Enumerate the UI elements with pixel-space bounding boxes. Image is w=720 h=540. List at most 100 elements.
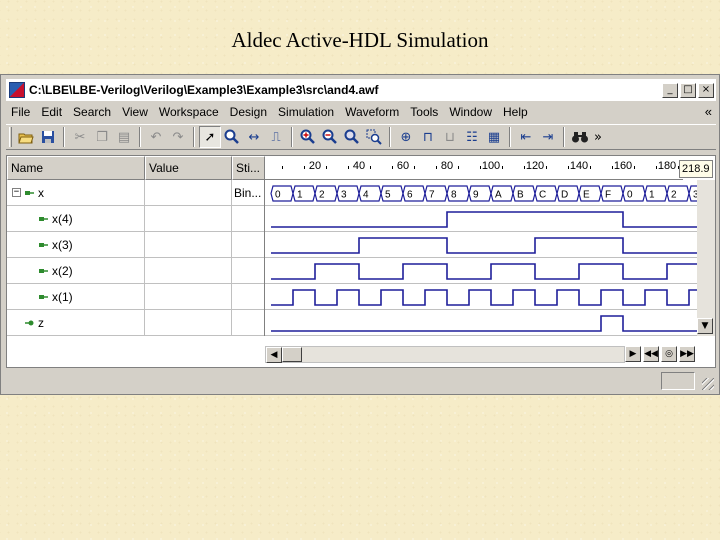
cursor-time-readout: 218.9 — [679, 160, 713, 178]
align-left-icon[interactable]: ⇤ — [515, 126, 537, 148]
toolbar-separator — [63, 127, 65, 147]
bus-value-label: 1 — [297, 190, 303, 201]
menu-tools[interactable]: Tools — [405, 105, 444, 119]
toolbar-separator — [139, 127, 141, 147]
zoom-fit-icon[interactable] — [341, 126, 363, 148]
signal-name: z — [38, 316, 44, 330]
column-header-stimulator[interactable]: Sti... — [232, 156, 265, 180]
ruler-minor-tick — [634, 166, 635, 169]
column-header-value[interactable]: Value — [145, 156, 232, 180]
vertical-scrollbar[interactable]: ▼ — [697, 180, 715, 336]
align-right-icon[interactable]: ⇥ — [537, 126, 559, 148]
maximize-icon[interactable]: □ — [680, 82, 696, 98]
signal-stimulator-cell[interactable] — [232, 310, 265, 336]
signal-properties-icon[interactable]: ⊔ — [439, 126, 461, 148]
signal-stimulator-cell[interactable] — [232, 258, 265, 284]
output-port-icon — [25, 320, 34, 326]
stimulators-icon[interactable]: ⊓ — [417, 126, 439, 148]
arrow-left-icon[interactable]: ◀ — [266, 347, 282, 363]
signal-value-cell[interactable] — [145, 180, 232, 206]
ruler-minor-tick — [458, 166, 459, 169]
zoom-in-icon[interactable] — [297, 126, 319, 148]
signal-name: x — [38, 186, 44, 200]
menu-workspace[interactable]: Workspace — [154, 105, 225, 119]
window-title: C:\LBE\LBE-Verilog\Verilog\Example3\Exam… — [29, 83, 379, 97]
compare-icon[interactable]: ▦ — [483, 126, 505, 148]
time-ruler[interactable]: 20 40 60 80 100 120 140 160 180 — [265, 156, 701, 180]
edit-waveform-icon[interactable]: ⎍ — [265, 126, 287, 148]
arrow-right-icon[interactable]: ▶ — [625, 346, 641, 362]
toolbar-separator — [389, 127, 391, 147]
select-pointer-icon[interactable]: ➚ — [199, 126, 221, 148]
signal-name-cell[interactable]: − x — [7, 180, 145, 206]
signal-value-cell[interactable] — [145, 258, 232, 284]
cut-icon[interactable]: ✂ — [69, 126, 91, 148]
scroll-thumb[interactable] — [282, 347, 302, 362]
paste-icon[interactable]: ▤ — [113, 126, 135, 148]
horizontal-scrollbar[interactable]: ◀ — [265, 346, 625, 363]
list-icon[interactable]: ☷ — [461, 126, 483, 148]
undo-icon[interactable]: ↶ — [145, 126, 167, 148]
input-port-icon — [39, 243, 48, 247]
toolbar-more[interactable]: » — [591, 126, 605, 148]
menu-window[interactable]: Window — [444, 105, 498, 119]
ruler-minor-tick — [392, 166, 393, 169]
ruler-minor-tick — [502, 166, 503, 169]
menu-search[interactable]: Search — [68, 105, 117, 119]
add-signal-icon[interactable]: ⊕ — [395, 126, 417, 148]
signal-stimulator-cell[interactable] — [232, 284, 265, 310]
collapse-toggle-icon[interactable]: − — [12, 188, 21, 197]
ruler-label: 140 — [569, 160, 589, 172]
close-icon[interactable]: × — [698, 82, 714, 98]
window-titlebar[interactable]: C:\LBE\LBE-Verilog\Verilog\Example3\Exam… — [6, 79, 716, 101]
signal-name-cell[interactable]: x(1) — [7, 284, 145, 310]
redo-icon[interactable]: ↷ — [167, 126, 189, 148]
menu-help[interactable]: Help — [498, 105, 534, 119]
signal-name-cell[interactable]: x(4) — [7, 206, 145, 232]
toolbar-grip[interactable] — [9, 127, 12, 147]
waveform-trace-x3 — [271, 237, 697, 254]
save-icon[interactable] — [37, 126, 59, 148]
menu-simulation[interactable]: Simulation — [273, 105, 340, 119]
input-port-icon — [39, 217, 48, 221]
signal-value-cell[interactable] — [145, 232, 232, 258]
menu-more[interactable]: « — [705, 104, 712, 119]
signal-name-cell[interactable]: z — [7, 310, 145, 336]
cursor-center-icon[interactable]: ◎ — [661, 346, 677, 362]
resize-grip[interactable] — [702, 378, 714, 390]
find-icon[interactable] — [221, 126, 243, 148]
go-to-start-icon[interactable]: ◀◀ — [643, 346, 659, 362]
signal-value-cell[interactable] — [145, 284, 232, 310]
zoom-area-icon[interactable] — [363, 126, 385, 148]
signal-name-cell[interactable]: x(2) — [7, 258, 145, 284]
signal-stimulator-cell[interactable]: Bin... — [232, 180, 265, 206]
input-port-icon — [39, 295, 48, 299]
binoculars-icon[interactable] — [569, 126, 591, 148]
waveform-area[interactable]: 0123456789ABCDEF0123 — [265, 180, 697, 336]
menu-design[interactable]: Design — [225, 105, 273, 119]
menu-view[interactable]: View — [117, 105, 154, 119]
toolbar-separator — [509, 127, 511, 147]
ruler-minor-tick — [326, 166, 327, 169]
measure-icon[interactable]: ↔ — [243, 126, 265, 148]
ruler-minor-tick — [348, 166, 349, 169]
bus-value-label: 6 — [407, 190, 413, 201]
column-header-name[interactable]: Name — [7, 156, 145, 180]
toolbar-separator — [563, 127, 565, 147]
minimize-icon[interactable]: _ — [662, 82, 678, 98]
menu-file[interactable]: File — [6, 105, 36, 119]
arrow-down-icon[interactable]: ▼ — [697, 318, 713, 334]
signal-value-cell[interactable] — [145, 310, 232, 336]
zoom-out-icon[interactable] — [319, 126, 341, 148]
signal-value-cell[interactable] — [145, 206, 232, 232]
open-folder-icon[interactable] — [15, 126, 37, 148]
go-to-end-icon[interactable]: ▶▶ — [679, 346, 695, 362]
signal-stimulator-cell[interactable] — [232, 232, 265, 258]
ruler-label: 40 — [352, 160, 366, 172]
ruler-label: 60 — [396, 160, 410, 172]
menu-edit[interactable]: Edit — [36, 105, 68, 119]
menu-waveform[interactable]: Waveform — [340, 105, 405, 119]
copy-icon[interactable]: ❐ — [91, 126, 113, 148]
signal-name-cell[interactable]: x(3) — [7, 232, 145, 258]
signal-stimulator-cell[interactable] — [232, 206, 265, 232]
